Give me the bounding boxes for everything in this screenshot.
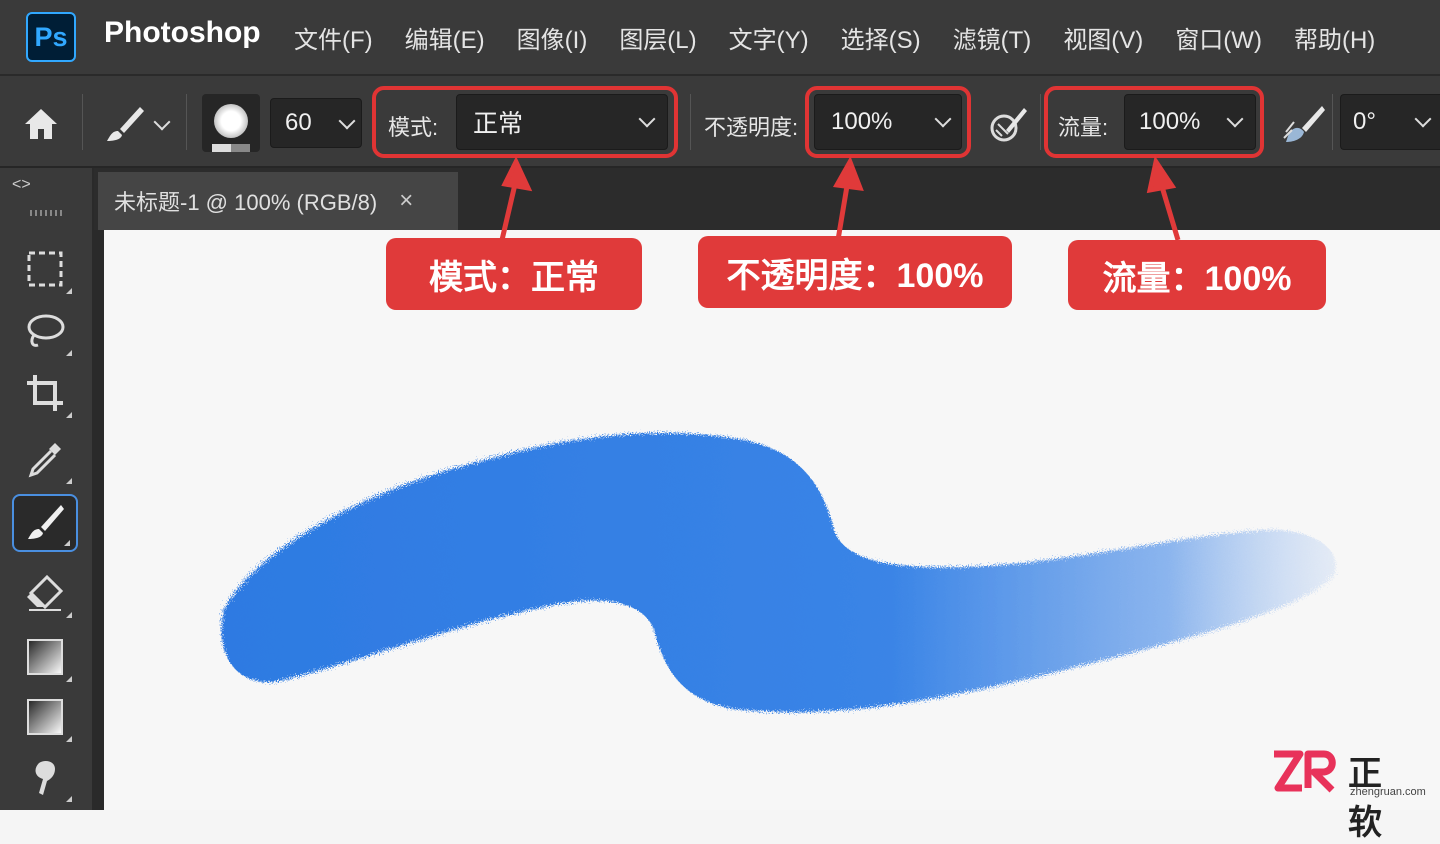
mode-callout: 模式：正常 (386, 238, 642, 310)
eyedropper-tool[interactable] (12, 430, 78, 488)
tool-flyout-indicator (66, 412, 72, 418)
tool-flyout-indicator (66, 676, 72, 682)
watermark-logo: 正软 zhengruan.com (1270, 748, 1426, 842)
watermark-url: zhengruan.com (1350, 786, 1426, 798)
opacity-callout: 不透明度：100% (698, 236, 1012, 308)
eraser-tool[interactable] (12, 564, 78, 622)
gradient-tool[interactable] (12, 628, 78, 686)
tool-flyout-indicator (66, 796, 72, 802)
gradient-icon (27, 639, 63, 675)
crop-tool[interactable] (12, 364, 78, 422)
tool-flyout-indicator (64, 540, 70, 546)
tool-flyout-indicator (66, 736, 72, 742)
brush-tool[interactable] (12, 494, 78, 552)
crop-icon (27, 375, 63, 411)
tool-flyout-indicator (66, 350, 72, 356)
brush-icon (28, 505, 64, 539)
paint-bucket-tool[interactable] (12, 688, 78, 746)
eraser-icon (27, 574, 64, 611)
gradient-icon (27, 699, 63, 735)
flow-callout: 流量：100% (1068, 240, 1326, 310)
tool-flyout-indicator (66, 478, 72, 484)
tool-flyout-indicator (66, 612, 72, 618)
eyedropper-icon (28, 443, 61, 478)
smudge-icon (35, 761, 55, 795)
zr-logo-icon (1274, 750, 1336, 793)
smudge-tool[interactable] (12, 748, 78, 806)
